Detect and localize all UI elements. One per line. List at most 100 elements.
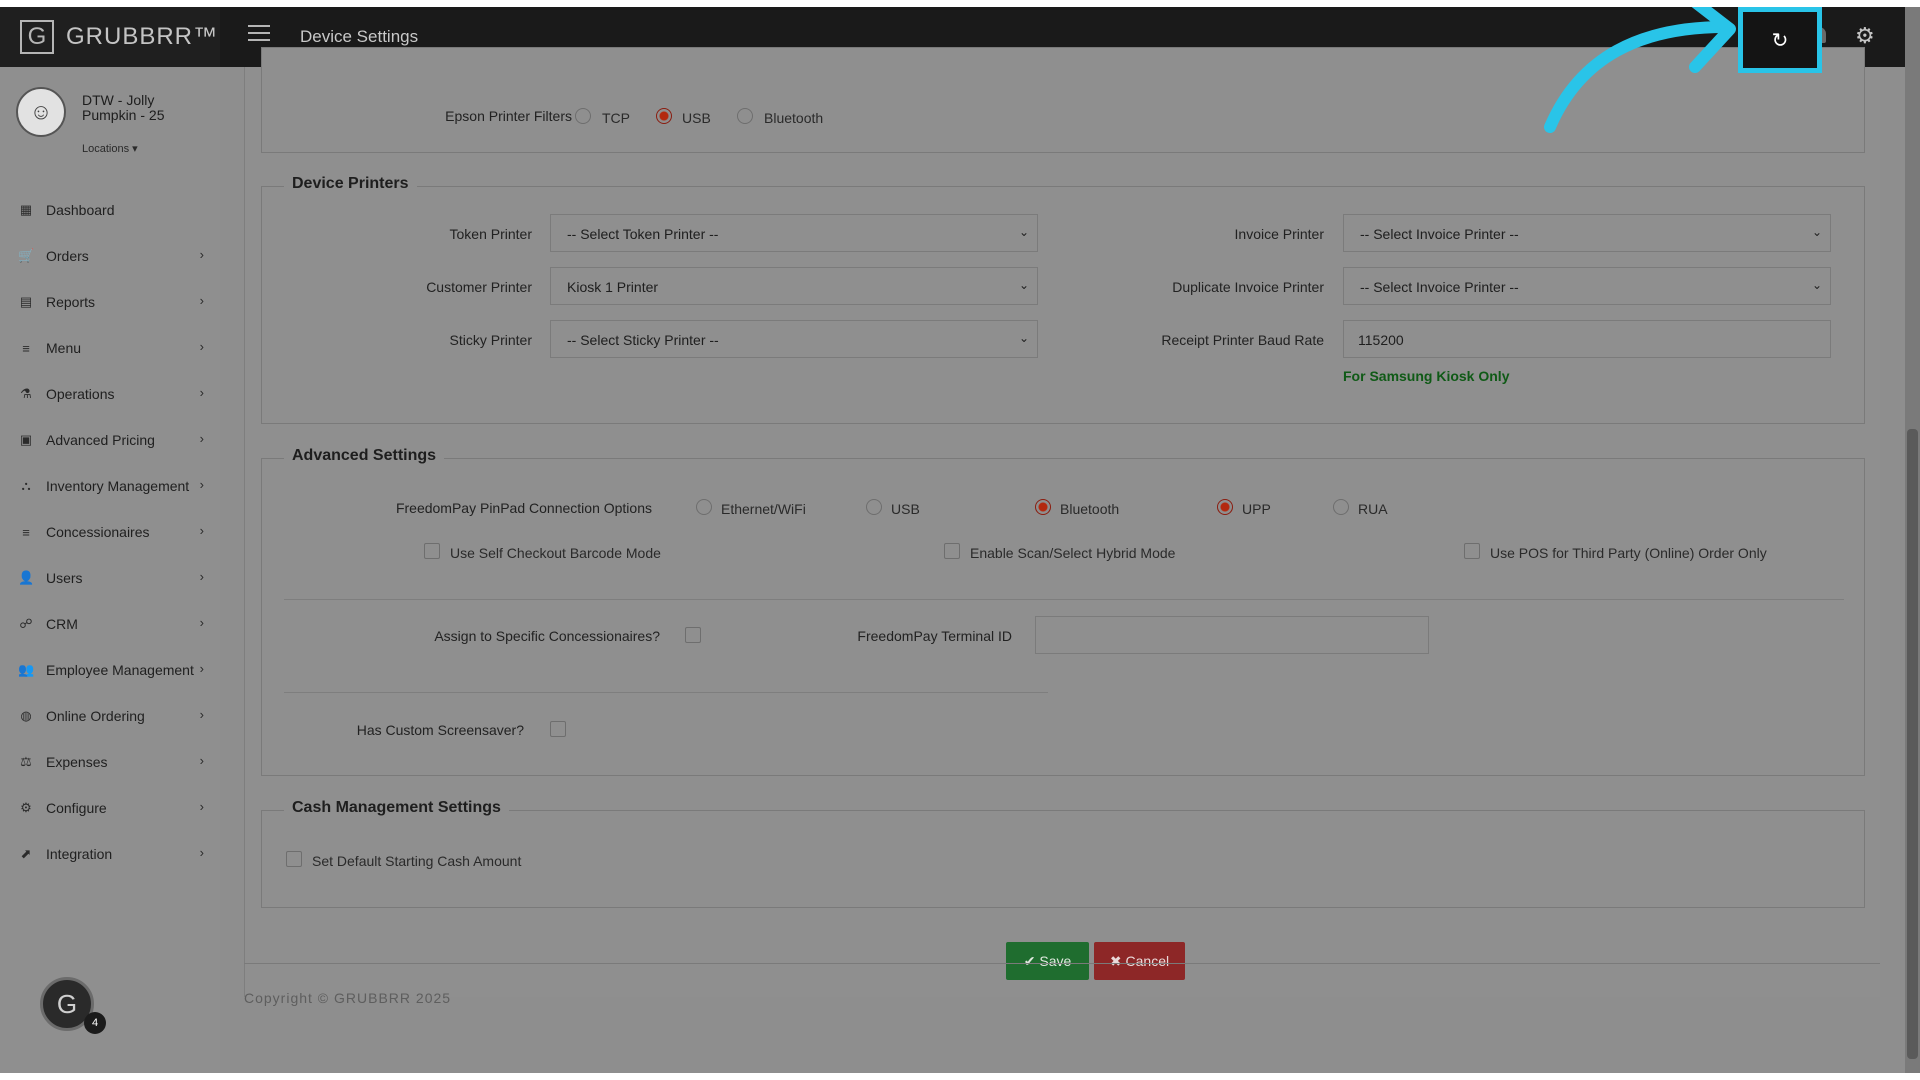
sidebar-item-label: Users (46, 570, 83, 586)
scan-select-hybrid-checkbox[interactable] (944, 543, 960, 559)
pinpad-rua-label: RUA (1358, 501, 1388, 517)
advanced-settings-panel: Advanced Settings FreedomPay PinPad Conn… (261, 447, 1865, 776)
list-icon: ≡ (22, 340, 30, 356)
sidebar-item-reports[interactable]: ▤ Reports › (0, 279, 220, 325)
pinpad-usb-radio[interactable] (866, 499, 882, 515)
chevron-right-icon: › (199, 431, 204, 446)
invoice-printer-select[interactable]: -- Select Invoice Printer -- ⌄ (1343, 214, 1831, 252)
device-printers-title: Device Printers (284, 175, 417, 193)
chevron-right-icon: › (199, 661, 204, 676)
chevron-right-icon: › (199, 247, 204, 262)
epson-bluetooth-radio[interactable] (737, 108, 753, 124)
chevron-down-icon: ⌄ (1018, 278, 1029, 292)
sidebar-nav: ▦ Dashboard 🛒 Orders › ▤ Reports › ≡ Menu › ⚗ Op… (0, 187, 220, 877)
sidebar-item-concessionaires[interactable]: ≡ Concessionaires › (0, 509, 220, 555)
chevron-right-icon: › (199, 385, 204, 400)
chevron-right-icon: › (199, 569, 204, 584)
epson-tcp-radio[interactable] (575, 108, 591, 124)
sidebar-item-configure[interactable]: ⚙ Configure › (0, 785, 220, 831)
sticky-printer-select[interactable]: -- Select Sticky Printer -- ⌄ (550, 320, 1038, 358)
save-button[interactable]: ✔ Save (1006, 942, 1089, 980)
customer-printer-select[interactable]: Kiosk 1 Printer ⌄ (550, 267, 1038, 305)
pinpad-bluetooth-radio[interactable] (1035, 499, 1051, 515)
chevron-right-icon: › (199, 523, 204, 538)
baud-rate-label: Receipt Printer Baud Rate (1161, 332, 1324, 348)
brand-logo[interactable]: G GRUBBRR™ (0, 7, 220, 67)
pinpad-rua-radio[interactable] (1333, 499, 1349, 515)
sidebar-item-online-ordering[interactable]: ◍ Online Ordering › (0, 693, 220, 739)
sidebar-item-users[interactable]: 👤 Users › (0, 555, 220, 601)
default-cash-checkbox[interactable] (286, 851, 302, 867)
device-printers-panel: Device Printers Token Printer -- Select … (261, 175, 1865, 424)
assistant-count-badge: 4 (84, 1012, 106, 1034)
terminal-id-input[interactable] (1035, 616, 1429, 654)
chevron-down-icon: ⌄ (1811, 278, 1822, 292)
sidebar-item-label: Employee Management (46, 662, 194, 678)
chevron-down-icon: ⌄ (1811, 225, 1822, 239)
sidebar-item-label: Reports (46, 294, 96, 310)
self-checkout-barcode-label: Use Self Checkout Barcode Mode (450, 545, 661, 561)
divider (284, 692, 1048, 693)
sidebar-item-orders[interactable]: 🛒 Orders › (0, 233, 220, 279)
sidebar: ☺ DTW - Jolly Pumpkin - 25 Locations ▾ ▦… (0, 67, 220, 1073)
baud-rate-input[interactable]: 115200 (1343, 320, 1831, 358)
balance-scale-icon: ⚖ (20, 754, 32, 769)
chevron-down-icon: ⌄ (1018, 225, 1029, 239)
sidebar-item-inventory-management[interactable]: ⛬ Inventory Management › (0, 463, 220, 509)
link-icon: ☍ (19, 616, 33, 631)
sidebar-item-advanced-pricing[interactable]: ▣ Advanced Pricing › (0, 417, 220, 463)
duplicate-invoice-printer-select[interactable]: -- Select Invoice Printer -- ⌄ (1343, 267, 1831, 305)
sidebar-item-label: Configure (46, 800, 107, 816)
chevron-right-icon: › (199, 477, 204, 492)
chevron-right-icon: › (199, 293, 204, 308)
sidebar-item-label: CRM (46, 616, 78, 632)
epson-usb-radio[interactable] (656, 108, 672, 124)
pinpad-upp-radio[interactable] (1217, 499, 1233, 515)
flask-icon: ⚗ (20, 386, 32, 401)
pinpad-bluetooth-label: Bluetooth (1060, 501, 1120, 517)
duplicate-invoice-printer-value: -- Select Invoice Printer -- (1360, 279, 1519, 295)
sidebar-item-label: Menu (46, 340, 82, 356)
pinpad-upp-label: UPP (1242, 501, 1271, 517)
globe-icon: ◍ (20, 708, 32, 723)
divider (284, 599, 1844, 600)
self-checkout-barcode-checkbox[interactable] (424, 543, 440, 559)
token-printer-label: Token Printer (449, 226, 532, 242)
brand-name: GRUBBRR™ (66, 23, 219, 50)
chevron-right-icon: › (199, 707, 204, 722)
epson-usb-label: USB (682, 110, 711, 126)
sidebar-item-operations[interactable]: ⚗ Operations › (0, 371, 220, 417)
assign-concessionaires-checkbox[interactable] (685, 627, 701, 643)
sidebar-item-integration[interactable]: ⬈ Integration › (0, 831, 220, 877)
sidebar-item-label: Operations (46, 386, 115, 402)
sidebar-item-crm[interactable]: ☍ CRM › (0, 601, 220, 647)
token-printer-select[interactable]: -- Select Token Printer -- ⌄ (550, 214, 1038, 252)
pos-third-party-checkbox[interactable] (1464, 543, 1480, 559)
hamburger-menu-icon[interactable] (248, 25, 270, 41)
sidebar-item-expenses[interactable]: ⚖ Expenses › (0, 739, 220, 785)
refresh-sync-button[interactable]: ↻ (1738, 7, 1822, 73)
refresh-icon: ↻ (1771, 29, 1789, 52)
pinpad-ethernet-radio[interactable] (696, 499, 712, 515)
report-icon: ▤ (19, 294, 33, 309)
sidebar-item-menu[interactable]: ≡ Menu › (0, 325, 220, 371)
scrollbar-thumb[interactable] (1907, 429, 1918, 1059)
custom-screensaver-label: Has Custom Screensaver? (356, 722, 524, 738)
pinpad-options-label: FreedomPay PinPad Connection Options (395, 500, 652, 516)
sidebar-item-employee-management[interactable]: 👥 Employee Management › (0, 647, 220, 693)
cancel-button[interactable]: ✖ Cancel (1094, 942, 1185, 980)
sidebar-item-dashboard[interactable]: ▦ Dashboard (0, 187, 220, 233)
brand-logo-icon: G (20, 20, 54, 54)
custom-screensaver-checkbox[interactable] (550, 721, 566, 737)
settings-gear-icon[interactable]: ⚙ (1855, 23, 1875, 49)
chevron-right-icon: › (199, 339, 204, 354)
chevron-right-icon: › (199, 753, 204, 768)
page-title: Device Settings (300, 27, 419, 46)
chevron-right-icon: › (199, 845, 204, 860)
sidebar-item-label: Inventory Management (46, 478, 190, 494)
pinpad-ethernet-label: Ethernet/WiFi (721, 501, 806, 517)
locations-dropdown[interactable]: Locations ▾ (82, 142, 138, 155)
dashboard-icon: ▦ (19, 202, 33, 217)
assign-concessionaires-label: Assign to Specific Concessionaires? (434, 628, 660, 644)
sticky-printer-label: Sticky Printer (449, 332, 532, 348)
